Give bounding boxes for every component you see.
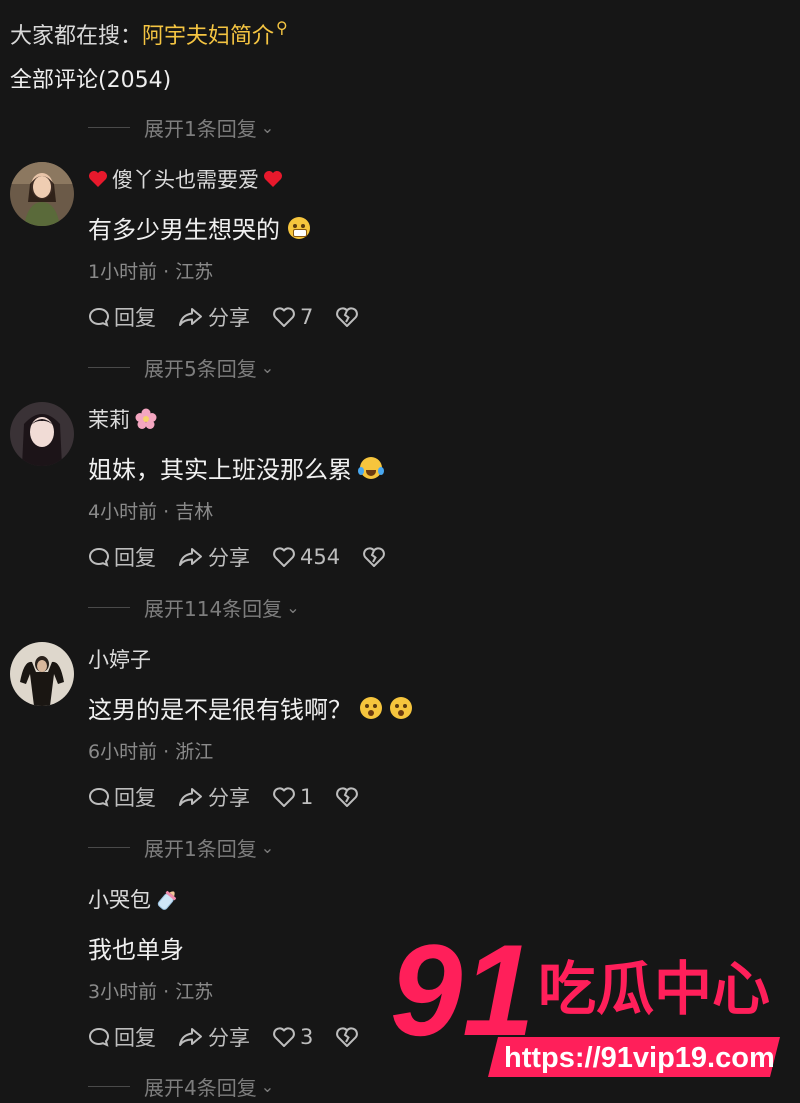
heart-icon [264, 171, 282, 187]
expand-replies-label: 展开5条回复 [144, 356, 257, 381]
broken-heart-icon [336, 307, 359, 327]
chevron-down-icon: ⌄ [260, 357, 275, 377]
divider-line [88, 1085, 130, 1087]
like-count: 454 [300, 545, 341, 569]
divider-line [88, 606, 130, 608]
chevron-down-icon: ⌄ [260, 837, 275, 857]
expand-replies-button[interactable]: 展开5条回复 ⌄ [88, 352, 274, 382]
comment-text: 这男的是不是很有钱啊？ [88, 690, 412, 725]
comment-item: 傻丫头也需要爱 有多少男生想哭的 1小时前 · 江苏 回复 分享 7 [0, 162, 800, 352]
comment-item: 茉莉 姐妹，其实上班没那么累 4小时前 · 吉林 回复 分享 454 [0, 402, 800, 592]
flower-icon [135, 408, 157, 429]
reply-button[interactable]: 回复 [88, 302, 156, 332]
surprised-emoji-icon [360, 696, 382, 719]
comments-count-title: 全部评论(2054) [10, 68, 172, 93]
reply-button[interactable]: 回复 [88, 782, 156, 812]
reply-button[interactable]: 回复 [88, 1022, 156, 1052]
search-icon[interactable]: ⚲ [276, 18, 288, 37]
comment-meta: 6小时前 · 浙江 [88, 741, 214, 763]
comment-meta: 4小时前 · 吉林 [88, 501, 214, 523]
trending-search-prefix: 大家都在搜： [10, 24, 143, 49]
comment-meta: 1小时前 · 江苏 [88, 261, 214, 283]
dislike-button[interactable] [335, 786, 363, 808]
share-button[interactable]: 分享 [178, 782, 250, 812]
chevron-down-icon: ⌄ [260, 1076, 275, 1096]
expand-replies-label: 展开1条回复 [144, 836, 257, 861]
broken-heart-icon [336, 787, 359, 807]
like-count: 1 [300, 785, 314, 809]
comment-text: 有多少男生想哭的 [88, 210, 310, 245]
broken-heart-icon [363, 547, 386, 567]
comment-username[interactable]: 小哭包 [88, 884, 181, 914]
laugh-cry-emoji-icon [358, 456, 384, 479]
reply-icon [88, 547, 110, 567]
like-count: 7 [300, 305, 314, 329]
comment-item: 小婷子 这男的是不是很有钱啊？ 6小时前 · 浙江 回复 分享 1 [0, 642, 800, 832]
expand-replies-label: 展开114条回复 [144, 596, 283, 621]
share-icon [179, 1028, 202, 1046]
dislike-button[interactable] [335, 1026, 363, 1048]
dislike-button[interactable] [362, 546, 390, 568]
avatar[interactable] [10, 402, 74, 466]
surprised-emoji-icon [390, 696, 412, 719]
expand-replies-button[interactable]: 展开1条回复 ⌄ [88, 112, 274, 142]
share-icon [179, 548, 202, 566]
share-button[interactable]: 分享 [178, 542, 250, 572]
comment-meta: 3小时前 · 江苏 [88, 981, 214, 1003]
reply-icon [88, 787, 110, 807]
reply-icon [88, 307, 110, 327]
chevron-down-icon: ⌄ [260, 117, 275, 137]
broken-heart-icon [336, 1027, 359, 1047]
expand-replies-button[interactable]: 展开114条回复 ⌄ [88, 592, 300, 622]
share-icon [179, 308, 202, 326]
watermark-url: https://91vip19.com [504, 1042, 775, 1074]
watermark-logo: 91 吃瓜中心 https://91vip19.com [390, 925, 780, 1077]
avatar[interactable] [10, 642, 74, 706]
expand-replies-label: 展开1条回复 [144, 116, 257, 141]
comment-username[interactable]: 小婷子 [88, 644, 151, 674]
divider-line [88, 846, 130, 848]
share-button[interactable]: 分享 [178, 1022, 250, 1052]
expand-replies-button[interactable]: 展开1条回复 ⌄ [88, 832, 274, 862]
share-icon [179, 788, 202, 806]
expand-replies-label: 展开4条回复 [144, 1075, 257, 1100]
like-count: 3 [300, 1025, 314, 1049]
comment-username[interactable]: 茉莉 [88, 404, 158, 434]
grimace-emoji-icon [288, 216, 310, 239]
comment-username[interactable]: 傻丫头也需要爱 [88, 164, 283, 194]
heart-outline-icon [273, 787, 295, 807]
comment-actions: 回复 分享 1 [88, 782, 385, 812]
like-button[interactable]: 7 [272, 305, 313, 329]
heart-icon [89, 171, 107, 187]
comment-text: 姐妹，其实上班没那么累 [88, 450, 384, 485]
comment-actions: 回复 分享 454 [88, 542, 412, 572]
share-button[interactable]: 分享 [178, 302, 250, 332]
heart-outline-icon [273, 547, 295, 567]
trending-search-keyword[interactable]: 阿宇夫妇简介 [142, 24, 274, 49]
like-button[interactable]: 454 [272, 545, 340, 569]
dislike-button[interactable] [335, 306, 363, 328]
heart-outline-icon [273, 307, 295, 327]
divider-line [88, 366, 130, 368]
avatar[interactable] [10, 162, 74, 226]
expand-replies-button[interactable]: 展开4条回复 ⌄ [88, 1071, 274, 1101]
baby-bottle-icon [157, 890, 177, 910]
trending-search-bar[interactable]: 大家都在搜：阿宇夫妇简介 ⚲ [10, 18, 288, 50]
heart-outline-icon [273, 1027, 295, 1047]
comment-text: 我也单身 [88, 936, 184, 964]
comment-actions: 回复 分享 3 [88, 1022, 385, 1052]
divider-line [88, 126, 130, 128]
like-button[interactable]: 1 [272, 785, 313, 809]
reply-icon [88, 1027, 110, 1047]
watermark-brand: 吃瓜中心 [538, 955, 770, 1023]
like-button[interactable]: 3 [272, 1025, 313, 1049]
comment-actions: 回复 分享 7 [88, 302, 385, 332]
chevron-down-icon: ⌄ [286, 597, 300, 617]
reply-button[interactable]: 回复 [88, 542, 156, 572]
